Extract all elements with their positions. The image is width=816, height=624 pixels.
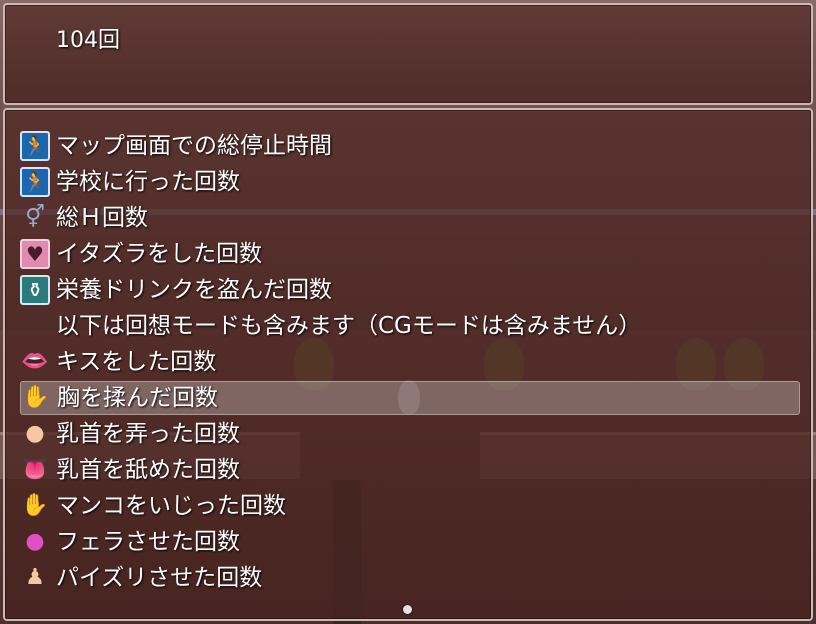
record-label: 学校に行った回数	[56, 169, 240, 195]
body-icon: ♟	[25, 565, 45, 590]
record-row[interactable]: ● 乳首を弄った回数	[20, 417, 800, 451]
hand-icon: ✋	[21, 493, 49, 518]
record-label: 以下は回想モードも含みます（CGモードは含みません）	[56, 313, 642, 339]
record-label: キスをした回数	[56, 349, 217, 375]
record-row[interactable]: 🏃 学校に行った回数	[20, 165, 800, 199]
record-label: イタズラをした回数	[56, 241, 263, 267]
record-row[interactable]: ✋ マンコをいじった回数	[20, 489, 800, 523]
tongue-icon: 👅	[21, 457, 49, 482]
count-window: 104回	[3, 3, 813, 105]
male-female-symbol-icon: ⚥	[25, 205, 45, 230]
record-row[interactable]: 👅 乳首を舐めた回数	[20, 453, 800, 487]
scroll-indicator[interactable]	[403, 605, 412, 614]
running-person-icon: 🏃	[20, 131, 50, 161]
record-label: 乳首を舐めた回数	[56, 457, 240, 483]
records-list-window: 🏃 マップ画面での総停止時間 🏃 学校に行った回数 ⚥ 総Ｈ回数 ♥ イタズラをした回数 ⚱ 栄養…	[3, 108, 813, 621]
lips-icon: 👄	[21, 349, 49, 374]
record-label: 栄養ドリンクを盗んだ回数	[56, 277, 332, 303]
record-label: パイズリさせた回数	[56, 565, 263, 591]
record-row[interactable]: 🏃 マップ画面での総停止時間	[20, 129, 800, 163]
record-row[interactable]: ⚱ 栄養ドリンクを盗んだ回数	[20, 273, 800, 307]
record-label: マンコをいじった回数	[56, 493, 286, 519]
record-row[interactable]: 👄 キスをした回数	[20, 345, 800, 379]
mouth-icon: ●	[25, 529, 45, 554]
record-row[interactable]: ✋ 胸を揉んだ回数	[20, 381, 800, 415]
record-row[interactable]: ♟ パイズリさせた回数	[20, 561, 800, 595]
record-note: 以下は回想モードも含みます（CGモードは含みません）	[20, 309, 800, 343]
record-label: 総Ｈ回数	[56, 205, 148, 231]
record-label: マップ画面での総停止時間	[56, 133, 332, 159]
count-value: 104回	[56, 28, 120, 53]
record-row[interactable]: ♥ イタズラをした回数	[20, 237, 800, 271]
chest-grab-icon: ✋	[22, 385, 50, 410]
chest-icon: ●	[25, 421, 45, 446]
record-label: フェラさせた回数	[56, 529, 240, 555]
record-row[interactable]: ⚥ 総Ｈ回数	[20, 201, 800, 235]
running-person-icon: 🏃	[20, 167, 50, 197]
hearts-icon: ♥	[20, 239, 50, 269]
record-label: 胸を揉んだ回数	[57, 385, 218, 411]
record-row[interactable]: ● フェラさせた回数	[20, 525, 800, 559]
record-label: 乳首を弄った回数	[56, 421, 240, 447]
potion-bottle-icon: ⚱	[20, 275, 50, 305]
